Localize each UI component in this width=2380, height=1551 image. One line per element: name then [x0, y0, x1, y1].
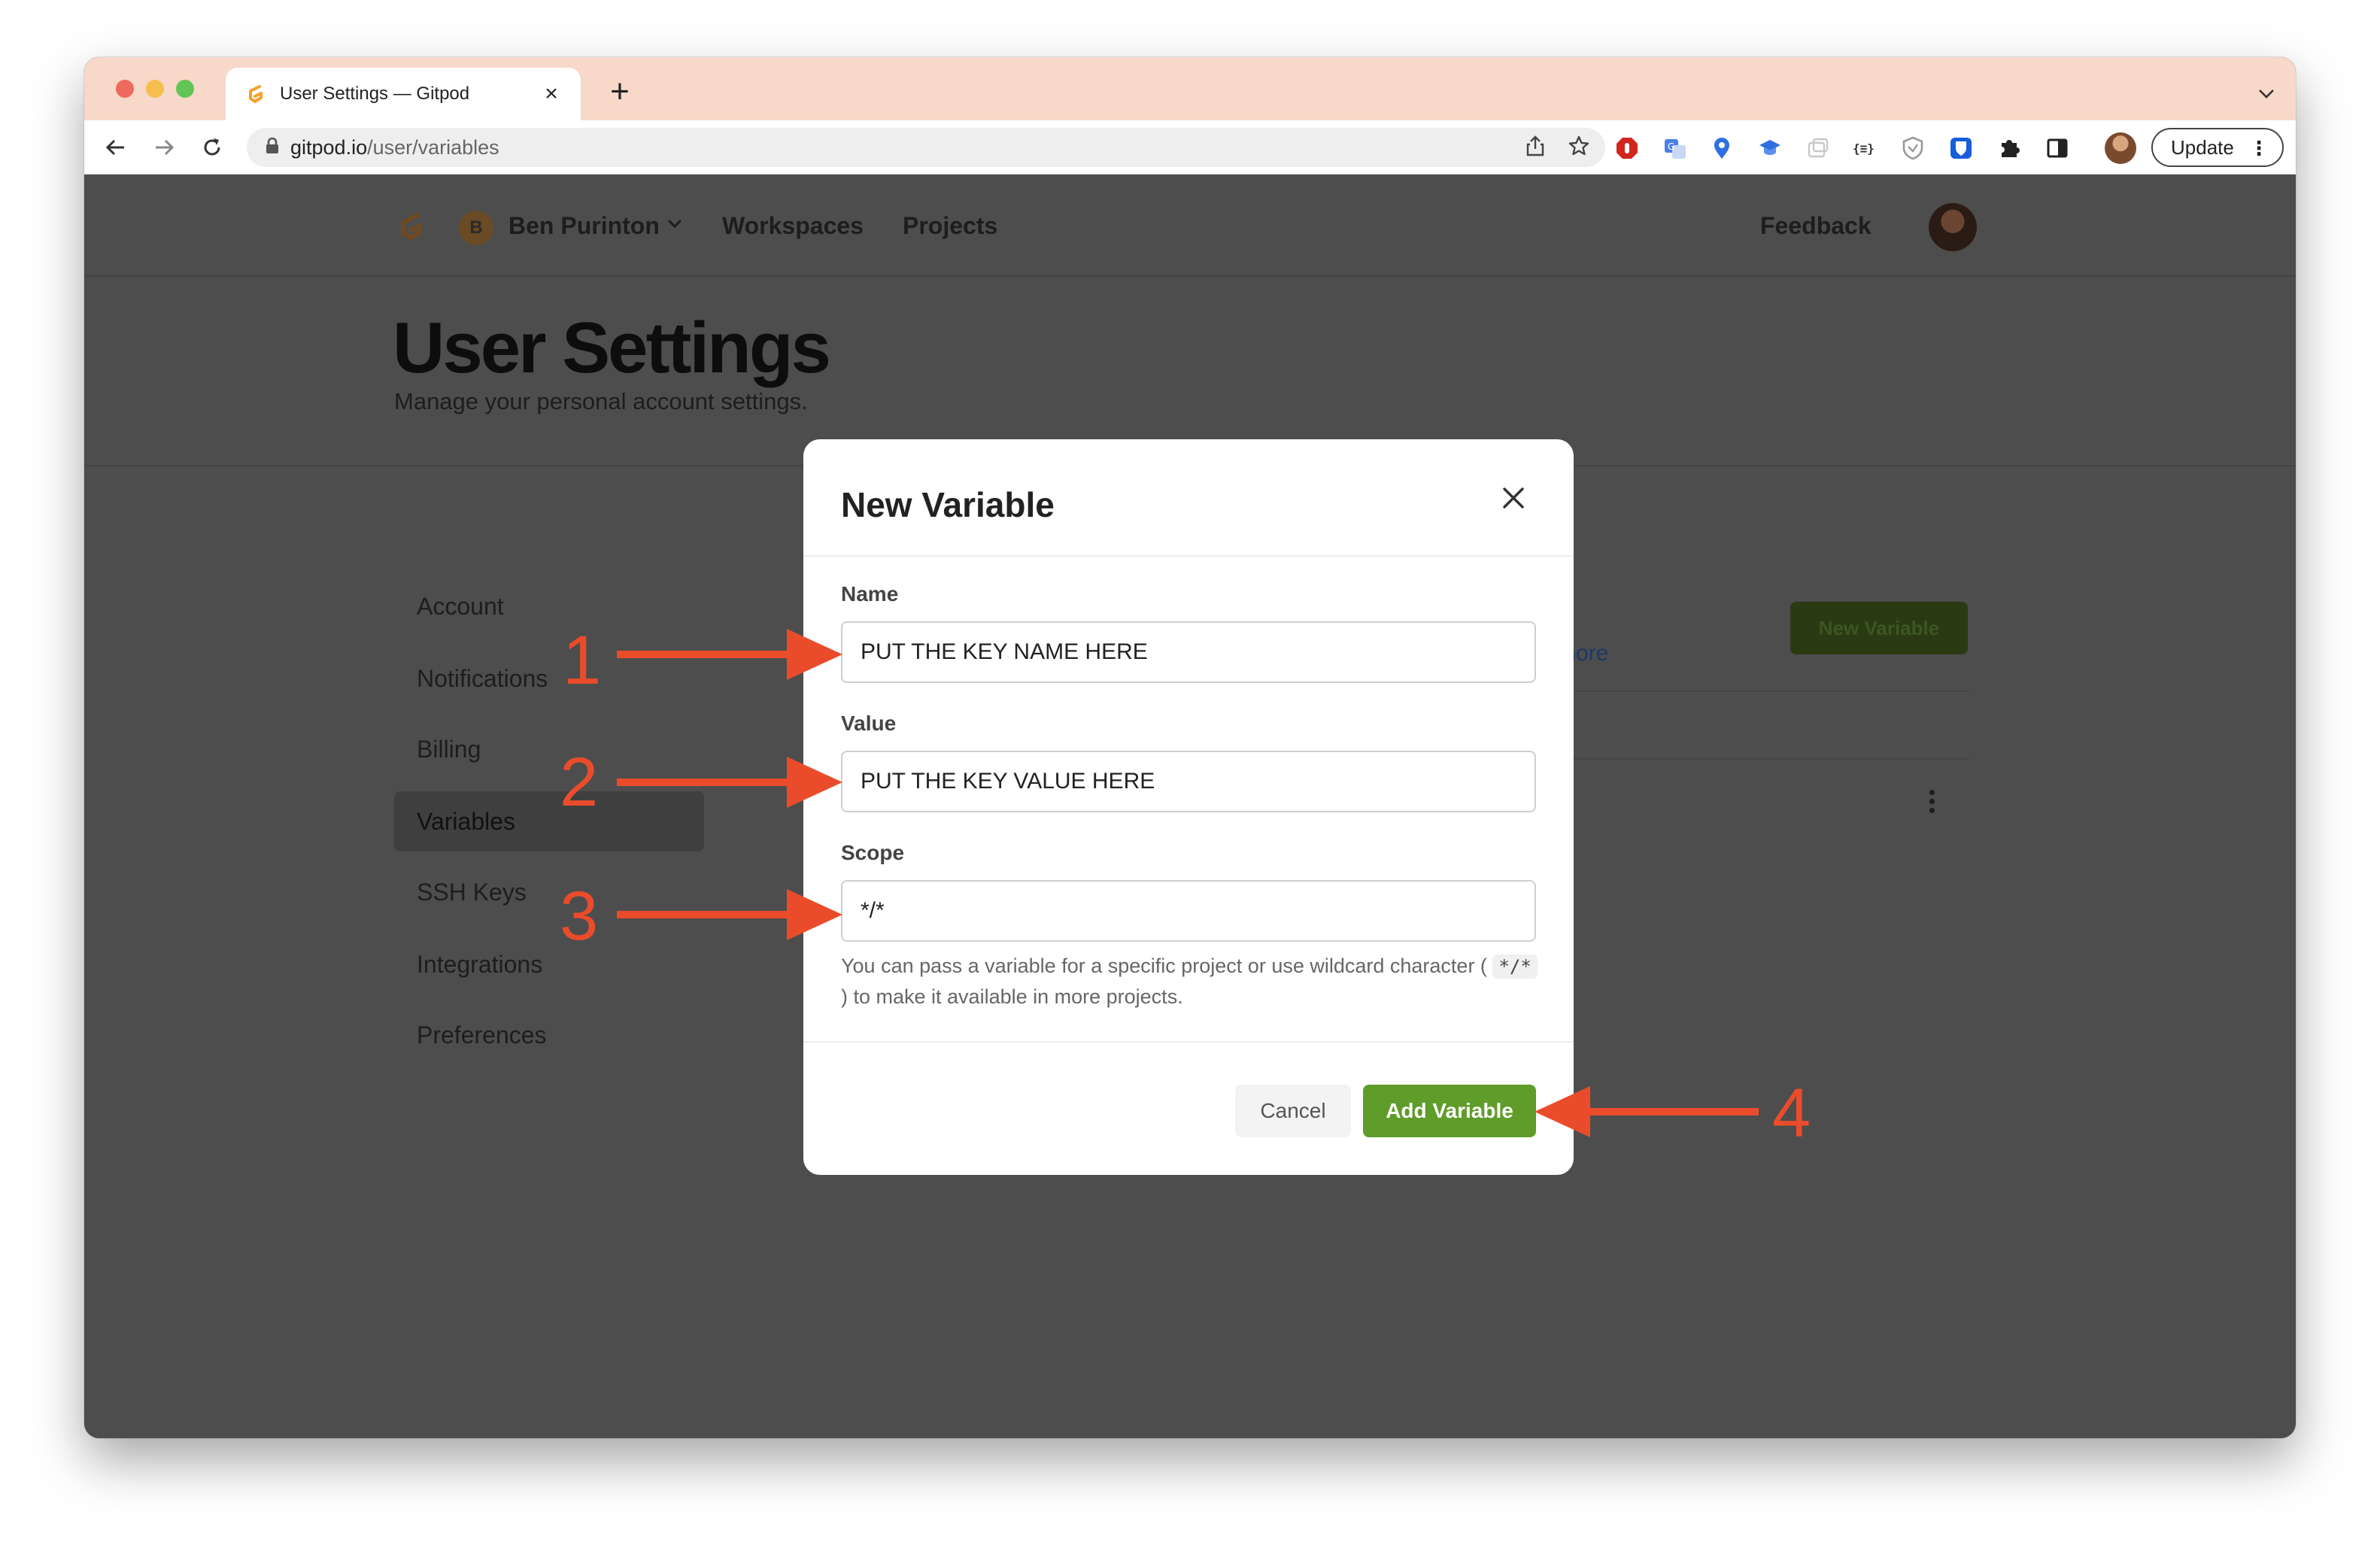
list-divider: [1559, 758, 1969, 760]
annotation-number-4: 4: [1772, 1075, 1811, 1152]
top-nav: B Ben Purinton Workspaces Projects Feedb…: [84, 175, 2296, 277]
reload-icon[interactable]: [196, 131, 229, 164]
sidebar-item-integrations[interactable]: Integrations: [394, 934, 704, 994]
gitpod-logo-icon[interactable]: [393, 209, 429, 245]
cancel-button[interactable]: Cancel: [1235, 1085, 1351, 1137]
sidebar-item-notifications[interactable]: Notifications: [394, 648, 704, 709]
side-panel-icon[interactable]: [2045, 135, 2070, 161]
shield-extension-icon[interactable]: [1900, 135, 1926, 161]
scope-hint: You can pass a variable for a specific p…: [841, 951, 1541, 1012]
bookmark-star-icon[interactable]: [1568, 135, 1590, 161]
url-text[interactable]: gitpod.io/user/variables: [290, 136, 1525, 159]
zoom-window-button[interactable]: [176, 80, 194, 98]
wildcard-code: */*: [1492, 955, 1538, 979]
gitpod-favicon-icon: [244, 83, 266, 105]
update-button[interactable]: Update ⋮: [2151, 128, 2284, 167]
chevron-down-icon[interactable]: [666, 214, 683, 237]
svg-text:G: G: [1668, 141, 1674, 152]
clipboard-extension-icon[interactable]: [1805, 135, 1831, 161]
modal-header-divider: [803, 555, 1574, 557]
nav-projects[interactable]: Projects: [903, 212, 997, 240]
modal-footer-divider: [803, 1041, 1574, 1043]
sidebar-item-account[interactable]: Account: [394, 576, 704, 636]
sidebar-item-variables[interactable]: Variables: [394, 791, 704, 851]
browser-profile-avatar[interactable]: [2105, 132, 2136, 164]
location-pin-extension-icon[interactable]: [1709, 135, 1735, 161]
new-tab-button[interactable]: +: [603, 75, 636, 108]
sidebar-item-ssh-keys[interactable]: SSH Keys: [394, 862, 704, 922]
browser-toolbar: gitpod.io/user/variables G {≡} Update ⋮: [84, 120, 2296, 175]
scope-field[interactable]: */*: [841, 880, 1536, 942]
close-icon[interactable]: [1498, 483, 1528, 513]
modal-title: New Variable: [841, 485, 1055, 524]
adblock-extension-icon[interactable]: [1614, 135, 1640, 161]
sidebar-item-billing[interactable]: Billing: [394, 719, 704, 779]
variable-row-menu-icon[interactable]: [1926, 790, 1938, 813]
new-variable-button[interactable]: New Variable: [1790, 602, 1968, 654]
puzzle-extensions-icon[interactable]: [1996, 135, 2022, 161]
annotation-number-1: 1: [563, 622, 602, 699]
nav-workspaces[interactable]: Workspaces: [722, 212, 864, 240]
graduation-cap-extension-icon[interactable]: [1757, 135, 1783, 161]
forward-arrow-icon[interactable]: [147, 131, 181, 164]
tab-search-chevron-icon[interactable]: [2258, 81, 2275, 105]
json-viewer-extension-icon[interactable]: {≡}: [1852, 135, 1878, 161]
lock-icon[interactable]: [265, 137, 280, 159]
minimize-window-button[interactable]: [146, 80, 164, 98]
page-subtitle: Manage your personal account settings.: [394, 388, 808, 414]
browser-titlebar: User Settings — Gitpod × +: [84, 57, 2296, 120]
more-menu-icon[interactable]: ⋮: [2249, 137, 2269, 159]
address-bar[interactable]: gitpod.io/user/variables: [247, 128, 1605, 167]
tab-close-icon[interactable]: ×: [540, 83, 563, 105]
close-window-button[interactable]: [116, 80, 134, 98]
update-label: Update: [2171, 135, 2234, 159]
org-avatar[interactable]: B: [459, 211, 493, 245]
value-label: Value: [841, 712, 897, 735]
url-host: gitpod.io: [290, 135, 368, 159]
name-field[interactable]: PUT THE KEY NAME HERE: [841, 621, 1536, 683]
nav-feedback[interactable]: Feedback: [1760, 212, 1872, 240]
sidebar-item-preferences[interactable]: Preferences: [394, 1005, 704, 1065]
annotation-number-3: 3: [560, 878, 599, 955]
value-field[interactable]: PUT THE KEY VALUE HERE: [841, 751, 1536, 812]
new-variable-modal: New Variable Name PUT THE KEY NAME HERE …: [803, 439, 1574, 1175]
scope-label: Scope: [841, 841, 905, 864]
name-label: Name: [841, 582, 899, 606]
share-icon[interactable]: [1525, 135, 1545, 161]
annotation-number-2: 2: [560, 744, 599, 821]
add-variable-button[interactable]: Add Variable: [1363, 1085, 1536, 1137]
list-divider: [1559, 691, 1969, 692]
user-avatar[interactable]: [1929, 203, 1977, 251]
scope-hint-text-end: ) to make it available in more projects.: [841, 985, 1183, 1008]
url-path: /user/variables: [367, 135, 499, 159]
back-arrow-icon[interactable]: [99, 131, 132, 164]
translate-extension-icon[interactable]: G: [1662, 135, 1688, 161]
org-switcher[interactable]: Ben Purinton: [508, 212, 660, 240]
svg-text:{≡}: {≡}: [1853, 141, 1875, 156]
page-header: User Settings Manage your personal accou…: [84, 277, 2296, 466]
page-title: User Settings: [393, 308, 831, 388]
tab-title: User Settings — Gitpod: [280, 83, 470, 104]
browser-tab[interactable]: User Settings — Gitpod ×: [226, 68, 581, 120]
scope-hint-text: You can pass a variable for a specific p…: [841, 955, 1487, 977]
password-manager-extension-icon[interactable]: [1948, 135, 1974, 161]
